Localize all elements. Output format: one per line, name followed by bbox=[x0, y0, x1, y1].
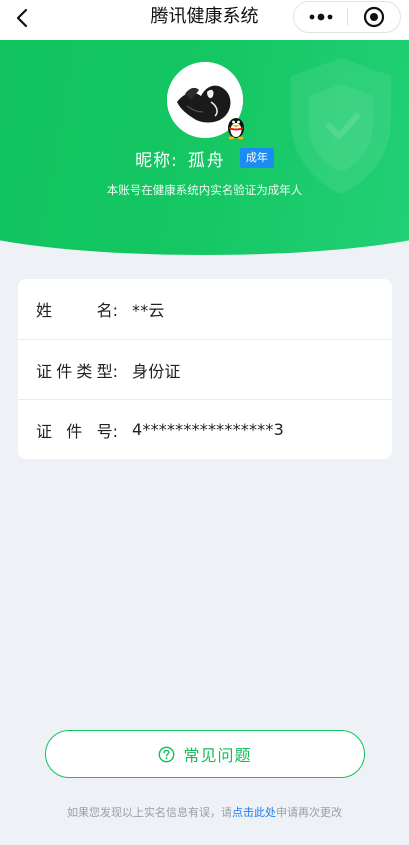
adult-status-badge: 成年 bbox=[239, 148, 274, 168]
faq-button[interactable]: 常见问题 bbox=[45, 730, 365, 778]
question-circle-icon bbox=[159, 746, 175, 762]
info-label-name: 姓 名: bbox=[36, 301, 118, 320]
correction-link[interactable]: 点击此处 bbox=[232, 806, 276, 819]
nickname-value: 孤舟 bbox=[187, 150, 226, 171]
info-value-id-type: 身份证 bbox=[132, 361, 181, 381]
shield-decoration-icon bbox=[291, 58, 391, 194]
info-row-id-number: 证 件 号: 4****************3 bbox=[18, 399, 392, 459]
nickname-label: 昵称: bbox=[135, 150, 178, 171]
info-row-name: 姓 名: **云 bbox=[18, 279, 392, 339]
footer-note-suffix: 申请再次更改 bbox=[276, 806, 342, 819]
verification-note: 本账号在健康系统内实名验证为成年人 bbox=[106, 183, 303, 197]
top-navbar: 腾讯健康系统 bbox=[0, 0, 409, 40]
more-dots-icon bbox=[309, 13, 332, 21]
info-row-id-type: 证 件 类 型: 身份证 bbox=[18, 339, 392, 399]
footer-note: 如果您发现以上实名信息有误，请点击此处申请再次更改 bbox=[0, 804, 409, 820]
identity-info-card: 姓 名: **云 证 件 类 型: 身份证 证 件 号: 4**********… bbox=[18, 279, 392, 459]
more-button[interactable] bbox=[294, 2, 347, 32]
close-miniprogram-button[interactable] bbox=[348, 2, 400, 32]
nickname-row: 昵称: 孤舟 成年 bbox=[0, 146, 409, 171]
profile-header: 昵称: 孤舟 成年 本账号在健康系统内实名验证为成年人 bbox=[0, 40, 409, 260]
info-value-id-number: 4****************3 bbox=[132, 420, 284, 439]
target-close-icon bbox=[363, 6, 385, 28]
footer-note-prefix: 如果您发现以上实名信息有误，请 bbox=[67, 806, 232, 819]
faq-button-label: 常见问题 bbox=[183, 746, 252, 765]
info-label-id-type: 证 件 类 型: bbox=[36, 361, 118, 381]
info-label-id-number: 证 件 号: bbox=[36, 421, 118, 441]
info-value-name: **云 bbox=[132, 301, 165, 320]
avatar-container[interactable] bbox=[167, 62, 244, 140]
qq-penguin-icon bbox=[228, 118, 244, 140]
miniprogram-capsule bbox=[293, 1, 401, 33]
